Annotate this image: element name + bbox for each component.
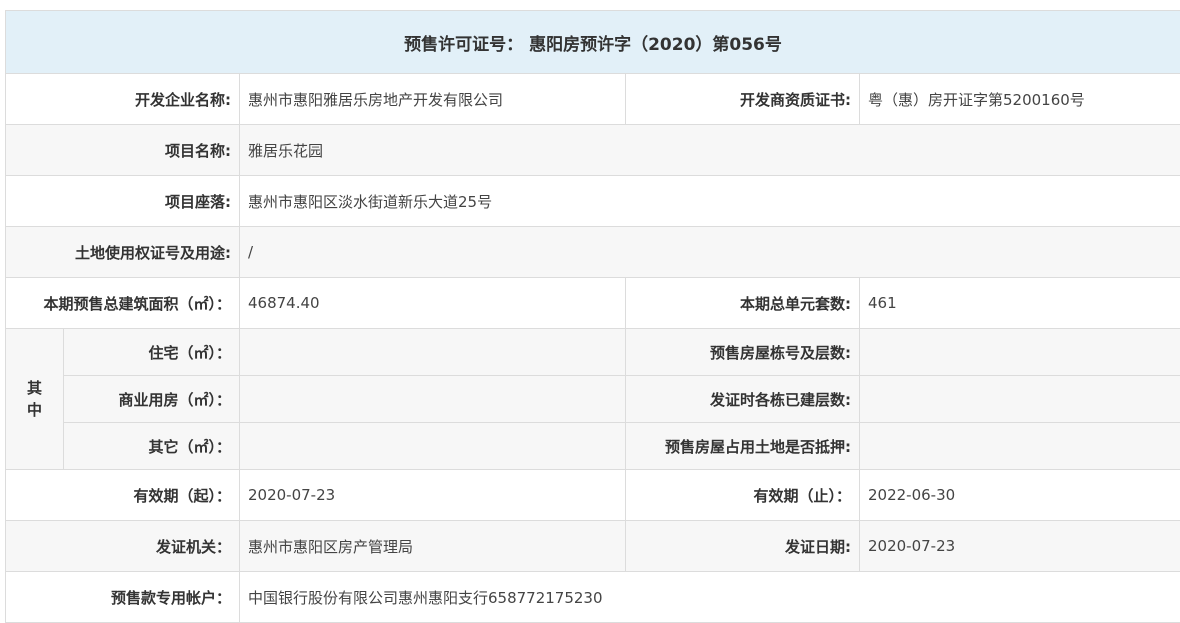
land-use-row: 土地使用权证号及用途: / [6, 227, 1180, 278]
valid-to-label: 有效期（止）： [626, 470, 860, 521]
account-value: 中国银行股份有限公司惠州惠阳支行658772175230 [240, 572, 1180, 623]
account-label: 预售款专用帐户： [6, 572, 240, 623]
of-which-label: 其 中 [6, 329, 64, 470]
valid-to-value: 2022-06-30 [860, 470, 1180, 521]
mortgage-value [860, 423, 1180, 470]
residential-value [240, 329, 626, 376]
commercial-label: 商业用房（㎡）： [64, 376, 240, 423]
permit-title-row: 预售许可证号： 惠阳房预许字（2020）第056号 [6, 11, 1180, 74]
built-floors-value [860, 376, 1180, 423]
total-units-value: 461 [860, 278, 1180, 329]
qualification-value: 粤（惠）房开证字第5200160号 [860, 74, 1180, 125]
residential-label: 住宅（㎡）： [64, 329, 240, 376]
permit-title-label: 预售许可证号： [404, 35, 523, 55]
permit-number: 惠阳房预许字（2020）第056号 [529, 35, 782, 55]
qualification-label: 开发商资质证书: [626, 74, 860, 125]
building-floors-label: 预售房屋栋号及层数: [626, 329, 860, 376]
project-location-label: 项目座落: [6, 176, 240, 227]
mortgage-label: 预售房屋占用土地是否抵押: [626, 423, 860, 470]
residential-row: 其 中 住宅（㎡）： 预售房屋栋号及层数: [6, 329, 1180, 376]
presale-permit-table: 预售许可证号： 惠阳房预许字（2020）第056号 开发企业名称: 惠州市惠阳雅… [5, 10, 1180, 623]
of-which-char-1: 其 [6, 377, 63, 399]
developer-row: 开发企业名称: 惠州市惠阳雅居乐房地产开发有限公司 开发商资质证书: 粤（惠）房… [6, 74, 1180, 125]
building-floors-value [860, 329, 1180, 376]
commercial-value [240, 376, 626, 423]
issuer-row: 发证机关： 惠州市惠阳区房产管理局 发证日期: 2020-07-23 [6, 521, 1180, 572]
total-area-value: 46874.40 [240, 278, 626, 329]
total-area-label: 本期预售总建筑面积（㎡）： [6, 278, 240, 329]
issue-date-value: 2020-07-23 [860, 521, 1180, 572]
other-row: 其它（㎡）： 预售房屋占用土地是否抵押: [6, 423, 1180, 470]
developer-value: 惠州市惠阳雅居乐房地产开发有限公司 [240, 74, 626, 125]
project-location-value: 惠州市惠阳区淡水街道新乐大道25号 [240, 176, 1180, 227]
total-area-row: 本期预售总建筑面积（㎡）： 46874.40 本期总单元套数: 461 [6, 278, 1180, 329]
commercial-row: 商业用房（㎡）： 发证时各栋已建层数: [6, 376, 1180, 423]
issue-date-label: 发证日期: [626, 521, 860, 572]
permit-title: 预售许可证号： 惠阳房预许字（2020）第056号 [6, 11, 1180, 74]
land-use-label: 土地使用权证号及用途: [6, 227, 240, 278]
project-name-value: 雅居乐花园 [240, 125, 1180, 176]
project-location-row: 项目座落: 惠州市惠阳区淡水街道新乐大道25号 [6, 176, 1180, 227]
total-units-label: 本期总单元套数: [626, 278, 860, 329]
valid-from-label: 有效期（起）： [6, 470, 240, 521]
other-label: 其它（㎡）： [64, 423, 240, 470]
issuer-label: 发证机关： [6, 521, 240, 572]
account-row: 预售款专用帐户： 中国银行股份有限公司惠州惠阳支行658772175230 [6, 572, 1180, 623]
other-value [240, 423, 626, 470]
of-which-char-2: 中 [6, 399, 63, 421]
project-name-row: 项目名称: 雅居乐花园 [6, 125, 1180, 176]
valid-from-value: 2020-07-23 [240, 470, 626, 521]
validity-row: 有效期（起）： 2020-07-23 有效期（止）： 2022-06-30 [6, 470, 1180, 521]
land-use-value: / [240, 227, 1180, 278]
project-name-label: 项目名称: [6, 125, 240, 176]
developer-label: 开发企业名称: [6, 74, 240, 125]
issuer-value: 惠州市惠阳区房产管理局 [240, 521, 626, 572]
built-floors-label: 发证时各栋已建层数: [626, 376, 860, 423]
